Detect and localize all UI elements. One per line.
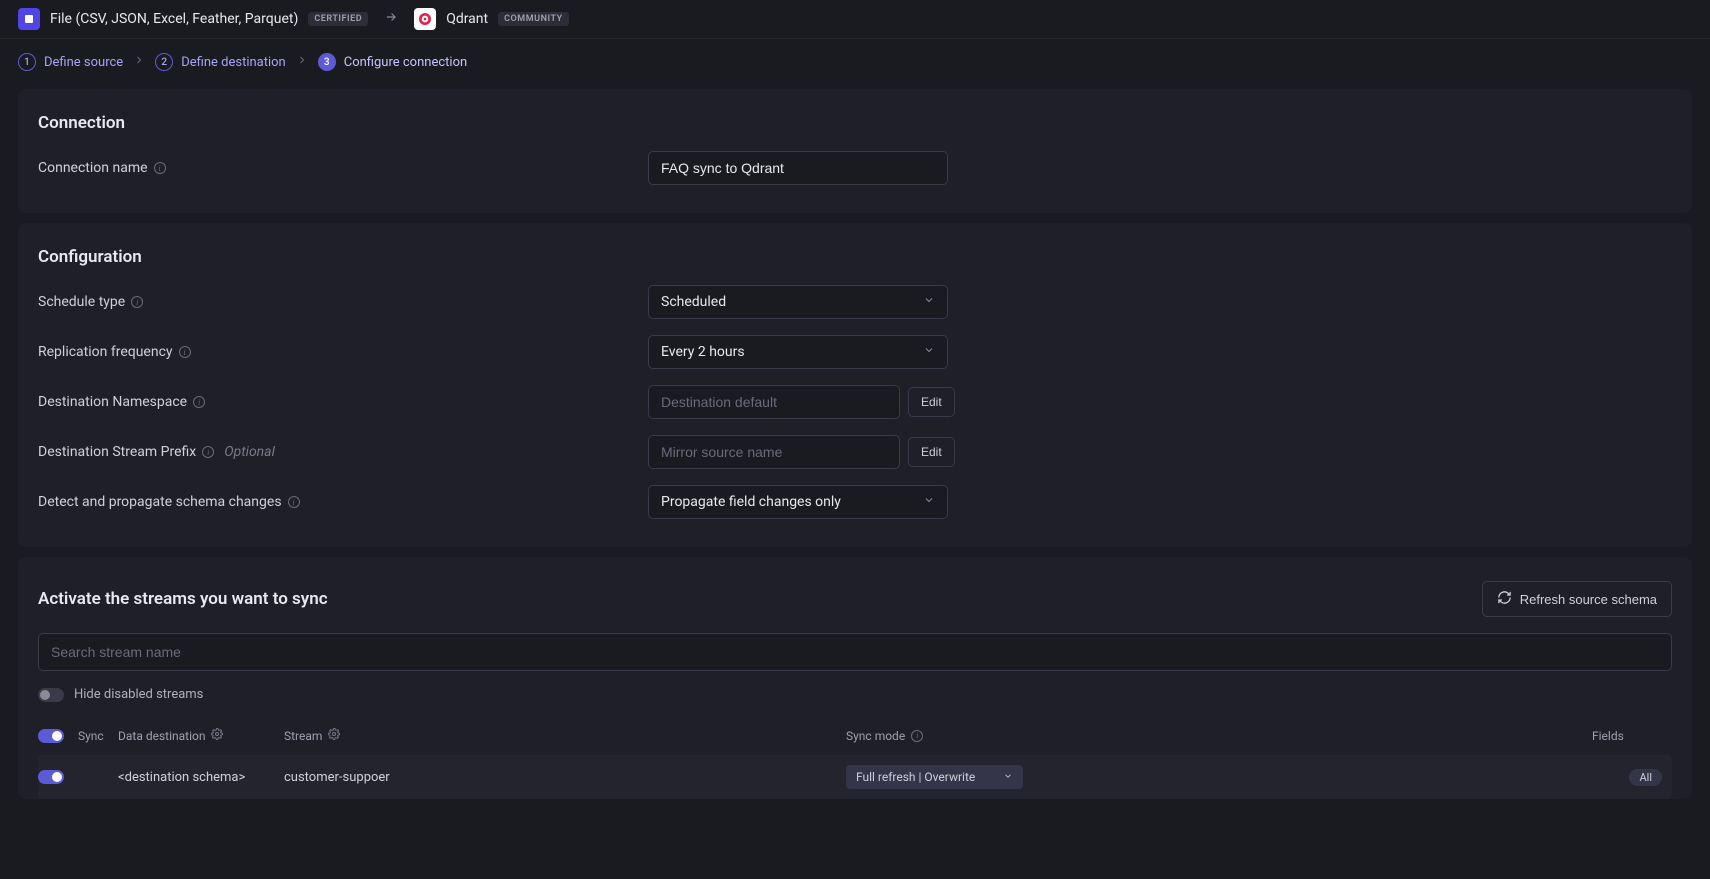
step-number: 1 xyxy=(18,53,36,71)
col-sync-mode: Sync mode i xyxy=(846,729,1396,743)
destination-stream-prefix-label: Destination Stream Prefix i Optional xyxy=(38,444,648,460)
step-define-destination[interactable]: 2 Define destination xyxy=(155,53,286,71)
chevron-right-icon xyxy=(296,54,308,70)
stream-search-input[interactable] xyxy=(38,633,1672,671)
chevron-down-icon xyxy=(923,494,935,510)
connection-panel: Connection Connection name i xyxy=(18,89,1692,213)
fields-pill[interactable]: All xyxy=(1629,769,1662,786)
refresh-schema-button[interactable]: Refresh source schema xyxy=(1482,581,1672,617)
row-stream-name: customer-suppoer xyxy=(284,770,684,785)
stepper: 1 Define source 2 Define destination 3 C… xyxy=(0,39,1710,89)
step-label: Configure connection xyxy=(344,55,467,70)
step-number: 2 xyxy=(155,53,173,71)
connection-title: Connection xyxy=(38,113,1672,133)
connection-name-input[interactable] xyxy=(648,151,948,185)
destination-name: Qdrant xyxy=(446,11,488,27)
stream-row[interactable]: <destination schema> customer-suppoer Fu… xyxy=(38,755,1672,799)
streams-title: Activate the streams you want to sync xyxy=(38,589,328,609)
streams-table: Sync Data destination Stream Sync mode i… xyxy=(38,720,1672,799)
sync-all-toggle[interactable] xyxy=(38,729,64,743)
schedule-type-label: Schedule type i xyxy=(38,294,648,310)
source-name: File (CSV, JSON, Excel, Feather, Parquet… xyxy=(50,11,298,27)
schema-changes-label: Detect and propagate schema changes i xyxy=(38,494,648,510)
source-badge: CERTIFIED xyxy=(308,12,368,26)
destination-namespace-input xyxy=(648,385,900,419)
source-icon xyxy=(18,8,40,30)
configuration-title: Configuration xyxy=(38,247,1672,267)
configuration-panel: Configuration Schedule type i Scheduled … xyxy=(18,223,1692,547)
step-label: Define source xyxy=(44,55,123,70)
gear-icon[interactable] xyxy=(328,728,340,743)
streams-panel: Activate the streams you want to sync Re… xyxy=(18,557,1692,799)
col-fields: Fields xyxy=(1592,729,1672,743)
destination-badge: COMMUNITY xyxy=(498,12,569,26)
optional-tag: Optional xyxy=(224,444,275,460)
chevron-down-icon xyxy=(1003,770,1013,784)
sync-mode-select[interactable]: Full refresh | Overwrite xyxy=(846,765,1023,789)
info-icon[interactable]: i xyxy=(179,346,191,358)
refresh-icon xyxy=(1497,590,1512,608)
col-stream: Stream xyxy=(284,728,684,743)
step-label: Define destination xyxy=(181,55,286,70)
streams-table-header: Sync Data destination Stream Sync mode i… xyxy=(38,720,1672,751)
info-icon[interactable]: i xyxy=(911,730,923,742)
col-sync: Sync xyxy=(78,729,112,743)
schema-changes-select[interactable]: Propagate field changes only xyxy=(648,485,948,519)
replication-frequency-select[interactable]: Every 2 hours xyxy=(648,335,948,369)
destination-icon xyxy=(414,8,436,30)
edit-namespace-button[interactable]: Edit xyxy=(908,387,955,417)
connection-name-label: Connection name i xyxy=(38,160,648,176)
col-data-destination: Data destination xyxy=(118,728,278,743)
info-icon[interactable]: i xyxy=(202,446,214,458)
destination-namespace-label: Destination Namespace i xyxy=(38,394,648,410)
destination-stream-prefix-input xyxy=(648,435,900,469)
hide-disabled-toggle[interactable] xyxy=(38,688,64,702)
header-bar: File (CSV, JSON, Excel, Feather, Parquet… xyxy=(0,0,1710,39)
step-define-source[interactable]: 1 Define source xyxy=(18,53,123,71)
step-configure-connection[interactable]: 3 Configure connection xyxy=(318,53,467,71)
arrow-right-icon xyxy=(384,10,398,28)
info-icon[interactable]: i xyxy=(131,296,143,308)
info-icon[interactable]: i xyxy=(288,496,300,508)
info-icon[interactable]: i xyxy=(154,162,166,174)
edit-prefix-button[interactable]: Edit xyxy=(908,437,955,467)
hide-disabled-label: Hide disabled streams xyxy=(74,687,203,702)
chevron-down-icon xyxy=(923,344,935,360)
schedule-type-select[interactable]: Scheduled xyxy=(648,285,948,319)
replication-frequency-label: Replication frequency i xyxy=(38,344,648,360)
row-data-destination: <destination schema> xyxy=(118,770,278,785)
info-icon[interactable]: i xyxy=(193,396,205,408)
step-number: 3 xyxy=(318,53,336,71)
chevron-right-icon xyxy=(133,54,145,70)
chevron-down-icon xyxy=(923,294,935,310)
stream-sync-toggle[interactable] xyxy=(38,770,64,784)
gear-icon[interactable] xyxy=(211,728,223,743)
